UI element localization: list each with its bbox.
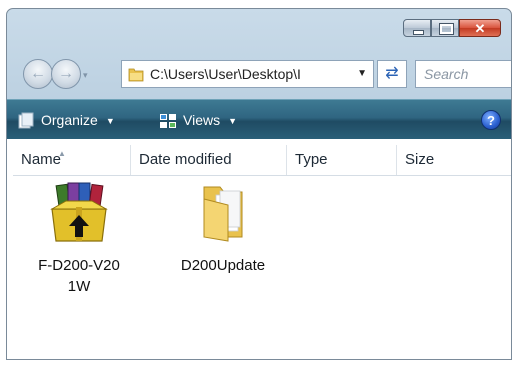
caption-buttons	[403, 19, 501, 37]
search-placeholder: Search	[424, 66, 469, 82]
organize-label: Organize	[41, 112, 98, 128]
column-header-type-label: Type	[295, 151, 328, 168]
refresh-button[interactable]: ⇄	[377, 60, 407, 88]
sort-indicator-icon: ▲	[58, 149, 66, 158]
forward-arrow-icon: →	[58, 65, 74, 82]
address-dropdown-icon[interactable]: ▼	[357, 61, 367, 87]
organize-button[interactable]: Organize ▼	[17, 100, 115, 140]
column-header-size[interactable]: Size	[397, 145, 511, 175]
refresh-icon: ⇄	[385, 65, 399, 82]
help-icon[interactable]: ?	[481, 110, 501, 130]
file-item-label-line2: 1W	[67, 278, 91, 295]
views-label: Views	[183, 112, 221, 128]
folder-item-label: D200Update	[180, 257, 266, 274]
column-header-type[interactable]: Type	[287, 145, 397, 175]
address-bar[interactable]: C:\Users\User\Desktop\I ▼	[121, 60, 374, 88]
views-icon	[160, 114, 176, 129]
navigation-bar: ← → ▾ C:\Users\User\Desktop\I ▼ ⇄ Search	[17, 56, 511, 92]
column-header-date-modified[interactable]: Date modified	[131, 145, 287, 175]
column-header-date-label: Date modified	[139, 151, 232, 168]
folder-item[interactable]: D200Update	[163, 179, 283, 276]
column-header-name-label: Name	[21, 151, 62, 168]
back-arrow-icon: ←	[30, 65, 46, 82]
back-button[interactable]: ←	[23, 59, 53, 89]
explorer-window: ← → ▾ C:\Users\User\Desktop\I ▼ ⇄ Search…	[6, 8, 512, 360]
maximize-button[interactable]	[431, 19, 459, 37]
views-dropdown-icon: ▼	[228, 116, 238, 127]
search-input[interactable]: Search	[415, 60, 511, 88]
file-list-pane: ▲ Name Date modified Type Size F-D200-V2…	[7, 139, 511, 359]
command-toolbar: Organize ▼ Views ▼ ?	[7, 99, 511, 139]
minimize-button[interactable]	[403, 19, 431, 37]
help-glyph: ?	[487, 113, 495, 128]
forward-button[interactable]: →	[51, 59, 81, 89]
views-button[interactable]: Views ▼	[159, 100, 237, 140]
winrar-archive-icon	[50, 182, 108, 242]
recent-pages-dropdown[interactable]: ▾	[83, 70, 88, 81]
column-headers: ▲ Name Date modified Type Size	[13, 145, 511, 176]
file-item-archive[interactable]: F-D200-V20 1W	[19, 179, 139, 297]
column-header-size-label: Size	[405, 151, 435, 168]
folder-icon	[203, 186, 243, 242]
address-path: C:\Users\User\Desktop\I	[150, 66, 301, 82]
organize-dropdown-icon: ▼	[105, 116, 115, 127]
organize-icon	[18, 112, 34, 129]
file-item-label-line1: F-D200-V20	[38, 257, 120, 274]
folder-icon	[128, 68, 144, 82]
close-button[interactable]	[459, 19, 501, 37]
file-item-label: F-D200-V20 1W	[19, 255, 139, 297]
column-header-name[interactable]: ▲ Name	[13, 145, 131, 175]
